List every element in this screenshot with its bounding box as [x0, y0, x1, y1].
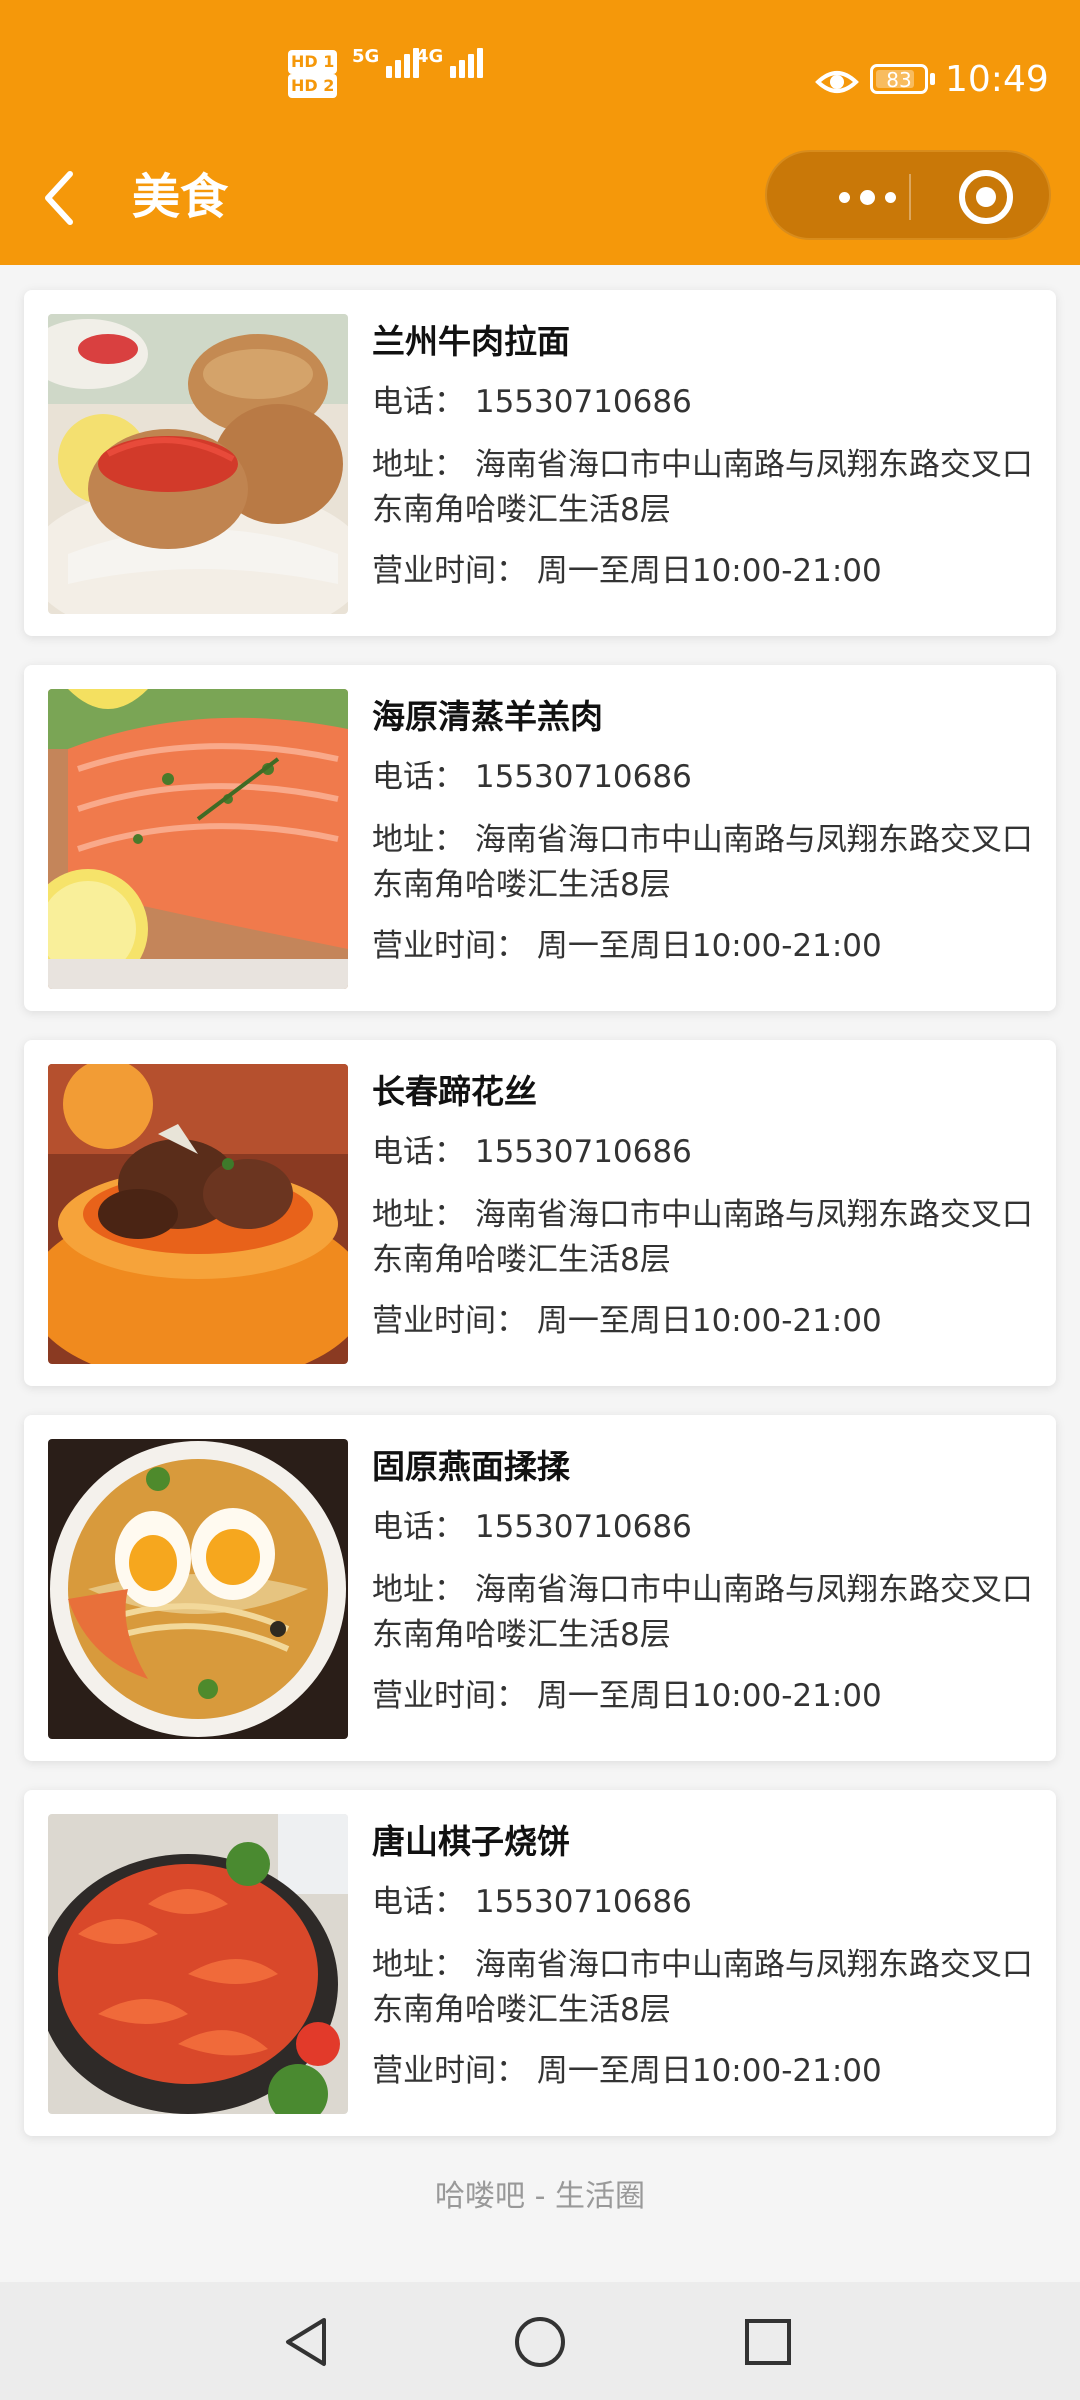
restaurant-card[interactable]: 固原燕面揉揉 电话： 15530710686 地址： 海南省海口市中山南路与凤翔…: [24, 1415, 1056, 1761]
triangle-back-icon[interactable]: [278, 2312, 338, 2372]
food-image: [48, 1064, 348, 1364]
restaurant-address: 地址： 海南省海口市中山南路与凤翔东路交叉口东南角哈喽汇生活8层: [372, 822, 1033, 903]
restaurant-name: 唐山棋子烧饼: [372, 1822, 570, 1861]
restaurant-card[interactable]: 海原清蒸羊羔肉 电话： 15530710686 地址： 海南省海口市中山南路与凤…: [24, 665, 1056, 1011]
restaurant-phone: 电话： 15530710686: [372, 1884, 692, 1920]
restaurant-address: 地址： 海南省海口市中山南路与凤翔东路交叉口东南角哈喽汇生活8层: [372, 1572, 1033, 1653]
restaurant-hours: 营业时间： 周一至周日10:00-21:00: [372, 928, 882, 964]
signal-5g-label: 5G: [352, 46, 380, 67]
food-image: [48, 314, 348, 614]
capsule-divider: [909, 174, 911, 220]
page-title: 美食: [132, 169, 229, 225]
restaurant-address: 地址： 海南省海口市中山南路与凤翔东路交叉口东南角哈喽汇生活8层: [372, 1197, 1033, 1278]
restaurant-card[interactable]: 唐山棋子烧饼 电话： 15530710686 地址： 海南省海口市中山南路与凤翔…: [24, 1790, 1056, 2136]
system-nav-bar: [0, 2282, 1080, 2400]
restaurant-list: 兰州牛肉拉面 电话： 15530710686 地址： 海南省海口市中山南路与凤翔…: [24, 290, 1056, 2165]
signal-5g-icon: 5G: [352, 46, 420, 78]
restaurant-hours: 营业时间： 周一至周日10:00-21:00: [372, 1303, 882, 1339]
restaurant-address: 地址： 海南省海口市中山南路与凤翔东路交叉口东南角哈喽汇生活8层: [372, 1947, 1033, 2028]
restaurant-phone: 电话： 15530710686: [372, 759, 692, 795]
target-circle-icon[interactable]: [957, 168, 1015, 226]
battery-icon: 83: [870, 64, 935, 94]
square-recents-icon[interactable]: [738, 2312, 798, 2372]
status-bar: HD 1 HD 2 5G 4G 83 10:49: [0, 0, 1080, 140]
battery-level: 83: [886, 68, 912, 92]
hd-indicator: HD 1 HD 2: [288, 50, 340, 98]
mini-program-capsule: [765, 150, 1051, 240]
restaurant-name: 兰州牛肉拉面: [372, 322, 570, 361]
restaurant-address: 地址： 海南省海口市中山南路与凤翔东路交叉口东南角哈喽汇生活8层: [372, 447, 1033, 528]
restaurant-phone: 电话： 15530710686: [372, 384, 692, 420]
clock: 10:49: [945, 59, 1049, 100]
food-image: [48, 1814, 348, 2114]
restaurant-card[interactable]: 长春蹄花丝 电话： 15530710686 地址： 海南省海口市中山南路与凤翔东…: [24, 1040, 1056, 1386]
restaurant-hours: 营业时间： 周一至周日10:00-21:00: [372, 553, 882, 589]
food-image: [48, 1439, 348, 1739]
restaurant-name: 固原燕面揉揉: [372, 1447, 570, 1486]
restaurant-name: 海原清蒸羊羔肉: [372, 697, 603, 736]
eye-comfort-icon: [815, 71, 859, 93]
signal-4g-icon: 4G: [416, 46, 484, 78]
chevron-left-icon[interactable]: [40, 170, 80, 226]
restaurant-name: 长春蹄花丝: [372, 1072, 537, 1111]
header: HD 1 HD 2 5G 4G 83 10:49 美食: [0, 0, 1080, 265]
circle-home-icon[interactable]: [510, 2312, 570, 2372]
hd1-label: HD 1: [288, 50, 338, 74]
restaurant-card[interactable]: 兰州牛肉拉面 电话： 15530710686 地址： 海南省海口市中山南路与凤翔…: [24, 290, 1056, 636]
restaurant-hours: 营业时间： 周一至周日10:00-21:00: [372, 1678, 882, 1714]
food-image: [48, 689, 348, 989]
restaurant-phone: 电话： 15530710686: [372, 1134, 692, 1170]
restaurant-hours: 营业时间： 周一至周日10:00-21:00: [372, 2053, 882, 2089]
hd2-label: HD 2: [288, 74, 338, 98]
signal-4g-label: 4G: [416, 46, 444, 67]
footer-text: 哈喽吧 - 生活圈: [435, 2179, 645, 2214]
restaurant-phone: 电话： 15530710686: [372, 1509, 692, 1545]
